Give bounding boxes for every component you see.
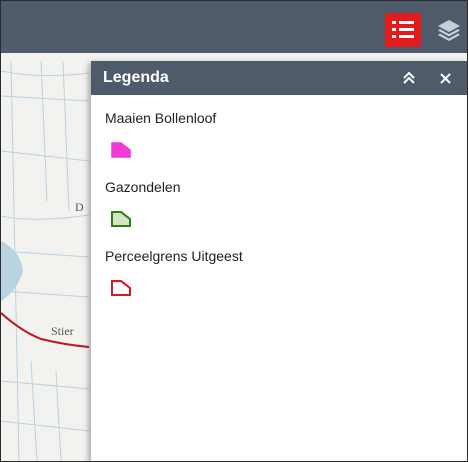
legend-title: Legenda bbox=[103, 69, 169, 86]
double-chevron-up-icon bbox=[403, 72, 415, 84]
polygon-swatch-icon bbox=[111, 142, 131, 158]
close-icon bbox=[439, 72, 451, 84]
close-button[interactable] bbox=[430, 61, 460, 95]
legend-item: Perceelgrens Uitgeest bbox=[105, 246, 467, 296]
legend-toggle-button[interactable] bbox=[385, 13, 421, 47]
collapse-button[interactable] bbox=[394, 61, 424, 95]
layers-button[interactable] bbox=[431, 13, 467, 47]
legend-panel-header: Legenda bbox=[91, 61, 467, 95]
legend-item: Gazondelen bbox=[105, 177, 467, 227]
app-frame: D Stier Legenda Maaien Bollenloof Gazond… bbox=[0, 0, 468, 462]
map-label-stier: Stier bbox=[51, 324, 74, 338]
legend-item-label: Gazondelen bbox=[105, 179, 181, 195]
layers-icon bbox=[438, 20, 460, 41]
list-icon bbox=[392, 21, 414, 38]
legend-item-label: Perceelgrens Uitgeest bbox=[105, 248, 243, 264]
legend-item: Maaien Bollenloof bbox=[105, 108, 467, 158]
polygon-swatch-icon bbox=[111, 280, 131, 296]
legend-list: Maaien Bollenloof Gazondelen Perceelgren… bbox=[91, 95, 467, 296]
top-toolbar bbox=[1, 1, 467, 53]
polygon-swatch-icon bbox=[111, 211, 131, 227]
legend-panel: Legenda Maaien Bollenloof Gazondelen Per… bbox=[91, 61, 467, 461]
map-label-place: D bbox=[75, 200, 84, 214]
legend-item-label: Maaien Bollenloof bbox=[105, 110, 217, 126]
